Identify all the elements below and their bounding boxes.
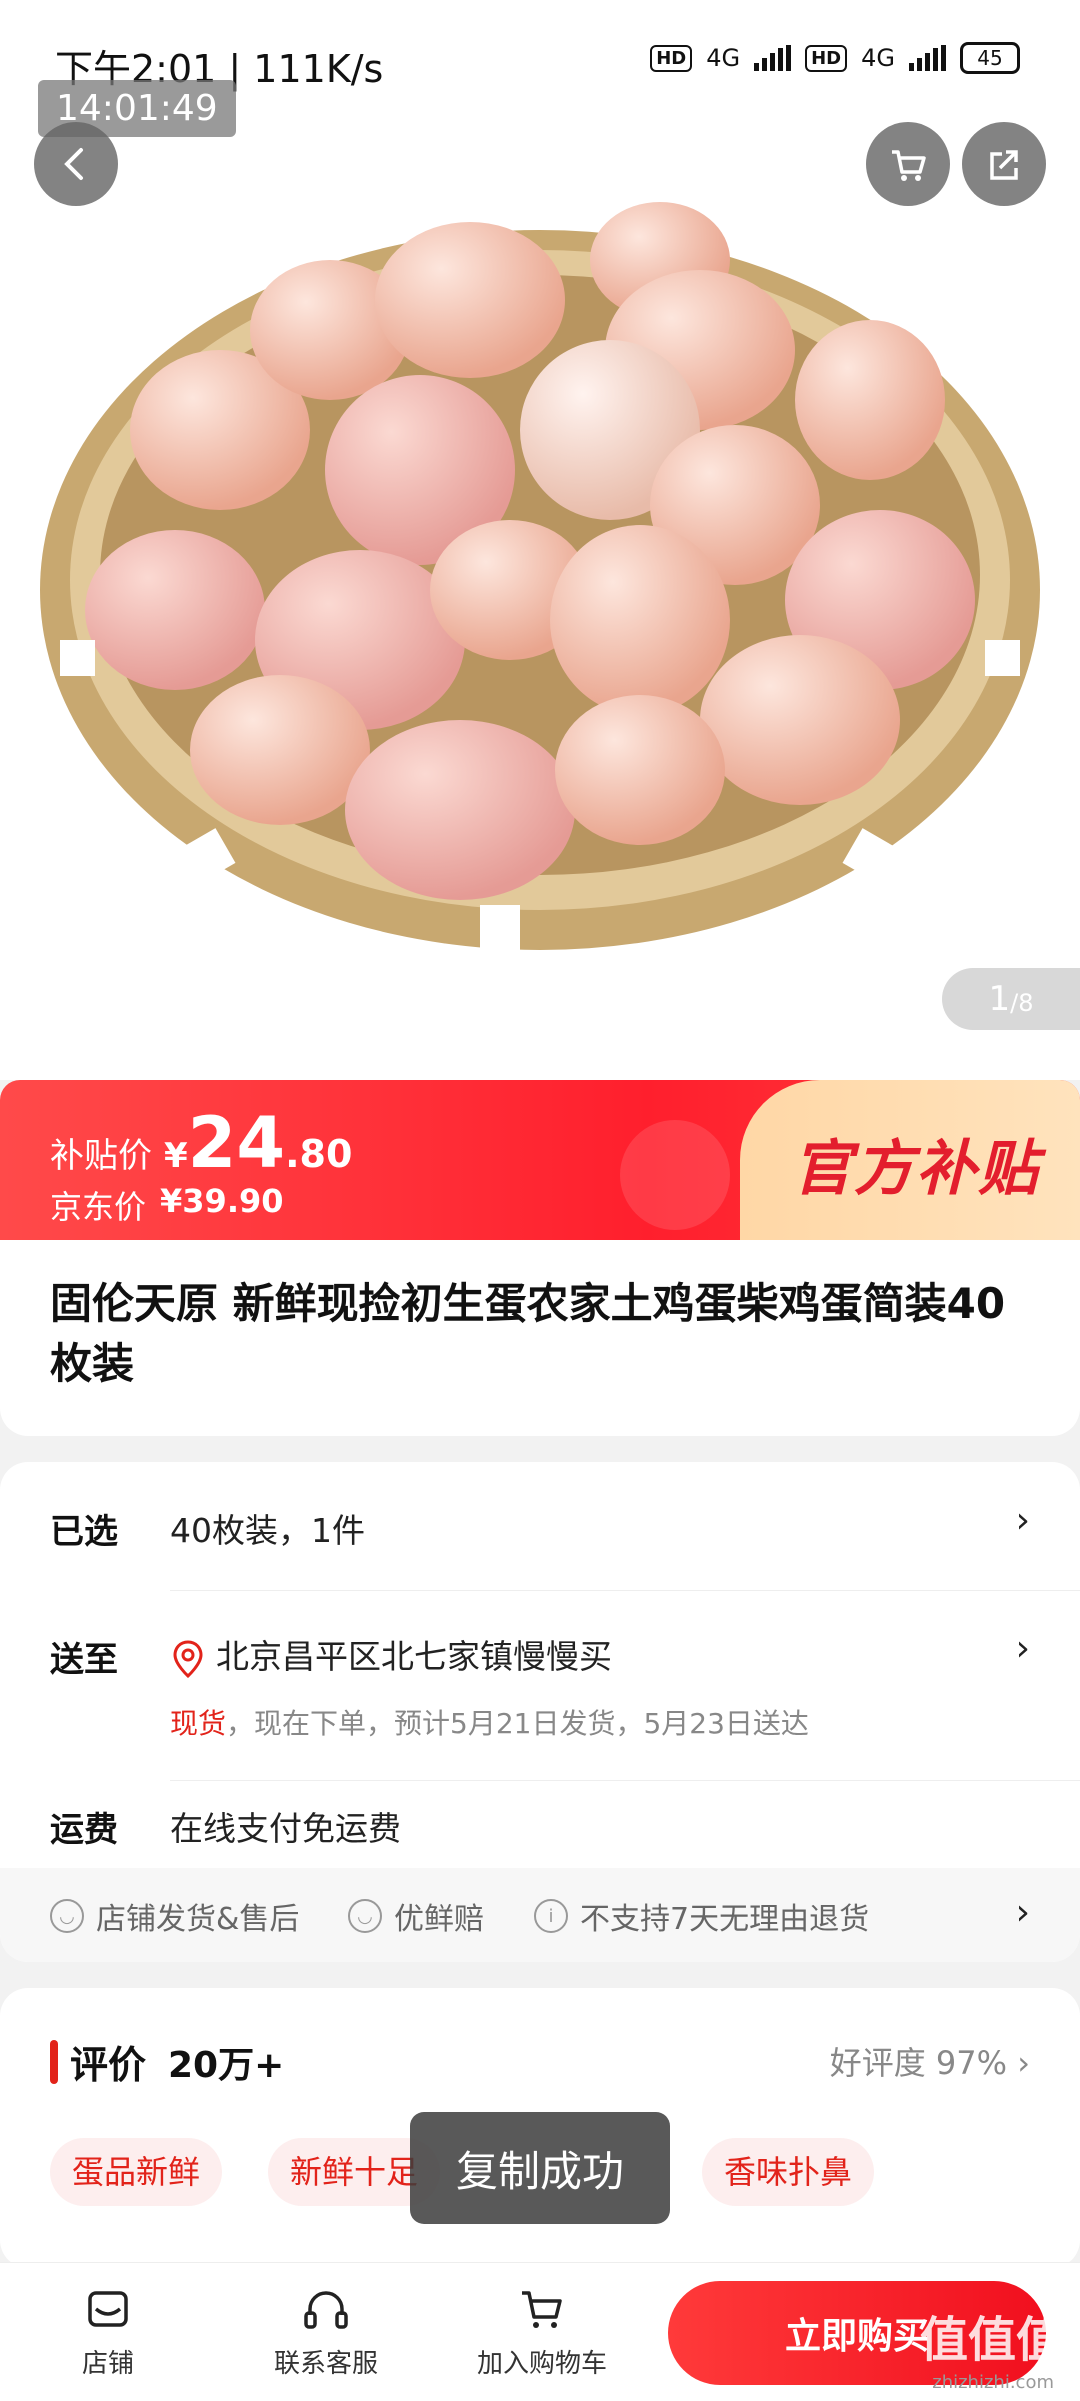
jd-price-row: 京东价 ¥39.90 <box>50 1182 284 1228</box>
chevron-right-icon: › <box>1015 1628 1030 1669</box>
jd-price-value: ¥39.90 <box>160 1182 284 1220</box>
service-item: i 不支持7天无理由退货 <box>534 1894 869 1938</box>
shop-icon <box>88 2291 128 2327</box>
ship-address: 北京昌平区北七家镇慢慢买 <box>216 1637 612 1676</box>
positive-rate: 好评度 97% <box>829 2044 1008 2082</box>
product-title[interactable]: 固伦天原 新鲜现捡初生蛋农家土鸡蛋柴鸡蛋简装40枚装 <box>50 1274 1030 1394</box>
service-guarantee-strip[interactable]: ◡ 店铺发货&售后 ◡ 优鲜赔 i 不支持7天无理由退货 › <box>0 1868 1080 1962</box>
delivery-text: ，现在下单，预计5月21日发货，5月23日送达 <box>226 1707 809 1740</box>
subsidy-price-int: 24 <box>187 1102 286 1184</box>
selected-value: 40枚装，1件 <box>170 1511 365 1550</box>
review-tag[interactable]: 蛋品新鲜 <box>50 2138 223 2206</box>
network-label-2: 4G <box>861 44 895 72</box>
watermark-url: zhizhizhi.com <box>932 2372 1054 2393</box>
page-current: 1 <box>988 979 1011 1019</box>
signal-icon <box>754 45 792 71</box>
page-total: /8 <box>1010 989 1034 1017</box>
coin-bag-icon <box>620 1120 730 1230</box>
divider <box>170 1780 1080 1781</box>
gallery-page-indicator: 1/8 <box>942 968 1080 1030</box>
status-icons: HD 4G HD 4G 45 <box>650 42 1020 74</box>
info-icon: i <box>534 1899 568 1933</box>
back-button[interactable] <box>34 122 118 206</box>
service-label: 不支持7天无理由退货 <box>580 1902 870 1937</box>
headset-icon <box>304 2291 348 2329</box>
shop-label: 店铺 <box>81 2349 134 2379</box>
section-accent-bar <box>50 2040 58 2084</box>
ship-label: 送至 <box>50 1640 118 1680</box>
stock-status: 现货 <box>170 1707 227 1740</box>
review-tag[interactable]: 香味扑鼻 <box>702 2138 875 2206</box>
check-circle-icon: ◡ <box>348 1899 382 1933</box>
currency-symbol: ¥ <box>164 1136 188 1176</box>
service-item: ◡ 店铺发货&售后 <box>50 1894 299 1938</box>
reviews-title: 评价 <box>70 2043 147 2087</box>
customer-service-label: 联系客服 <box>273 2349 378 2379</box>
freight-label: 运费 <box>50 1810 118 1850</box>
chevron-left-icon <box>64 148 83 180</box>
service-label: 优鲜赔 <box>394 1902 484 1937</box>
shop-button[interactable]: 店铺 <box>38 2283 178 2380</box>
battery-icon: 45 <box>960 42 1020 74</box>
location-pin-icon <box>173 1639 203 1678</box>
cart-button[interactable] <box>866 122 950 206</box>
copy-success-toast: 复制成功 <box>410 2112 670 2224</box>
delivery-estimate: 现货，现在下单，预计5月21日发货，5月23日送达 <box>170 1702 809 1742</box>
chevron-right-icon: › <box>1015 1892 1030 1933</box>
share-button[interactable] <box>962 122 1046 206</box>
share-icon <box>990 150 1018 180</box>
freight-value: 在线支付免运费 <box>170 1809 401 1848</box>
ship-address-wrap: 北京昌平区北七家镇慢慢买 <box>170 1630 612 1679</box>
add-to-cart-label: 加入购物车 <box>476 2349 607 2379</box>
cart-icon <box>522 2291 562 2328</box>
service-label: 店铺发货&售后 <box>96 1902 300 1937</box>
hd-icon: HD <box>650 44 693 72</box>
product-title-card: 固伦天原 新鲜现捡初生蛋农家土鸡蛋柴鸡蛋简装40枚装 <box>0 1240 1080 1436</box>
product-image-gallery[interactable]: 下午2:01 | 111K/s HD 4G HD 4G 45 14:01:49 … <box>0 0 1080 1080</box>
reviews-count: 20万+ <box>168 2045 285 2086</box>
subsidy-label: 补贴价 <box>50 1136 152 1176</box>
subsidy-price-row: 补贴价 ¥24.80 <box>50 1102 352 1184</box>
chevron-right-icon: › <box>1015 1500 1030 1541</box>
customer-service-button[interactable]: 联系客服 <box>256 2283 396 2380</box>
cart-icon <box>892 150 926 181</box>
add-to-cart-button[interactable]: 加入购物车 <box>472 2283 612 2380</box>
hd-icon-2: HD <box>805 44 848 72</box>
watermark-logo: 值值值 <box>919 2312 1064 2368</box>
divider <box>170 1590 1080 1591</box>
subsidy-price-dec: .80 <box>285 1132 353 1176</box>
signal-icon-2 <box>909 45 946 71</box>
selected-label: 已选 <box>50 1512 118 1552</box>
price-banner: 官方补贴 补贴价 ¥24.80 京东价 ¥39.90 <box>0 1080 1080 1240</box>
service-item: ◡ 优鲜赔 <box>348 1894 484 1938</box>
check-circle-icon: ◡ <box>50 1899 84 1933</box>
network-label: 4G <box>706 44 741 72</box>
bottom-action-bar: 店铺 联系客服 加入购物车 立即购买 <box>0 2262 1080 2401</box>
official-subsidy-text: 官方补贴 <box>792 1134 1040 1204</box>
chevron-right-icon: › <box>1017 2044 1030 2082</box>
official-subsidy-badge: 官方补贴 <box>740 1080 1080 1240</box>
positive-rate-link[interactable]: 好评度 97% › <box>830 2038 1030 2084</box>
jd-price-label: 京东价 <box>50 1188 147 1226</box>
